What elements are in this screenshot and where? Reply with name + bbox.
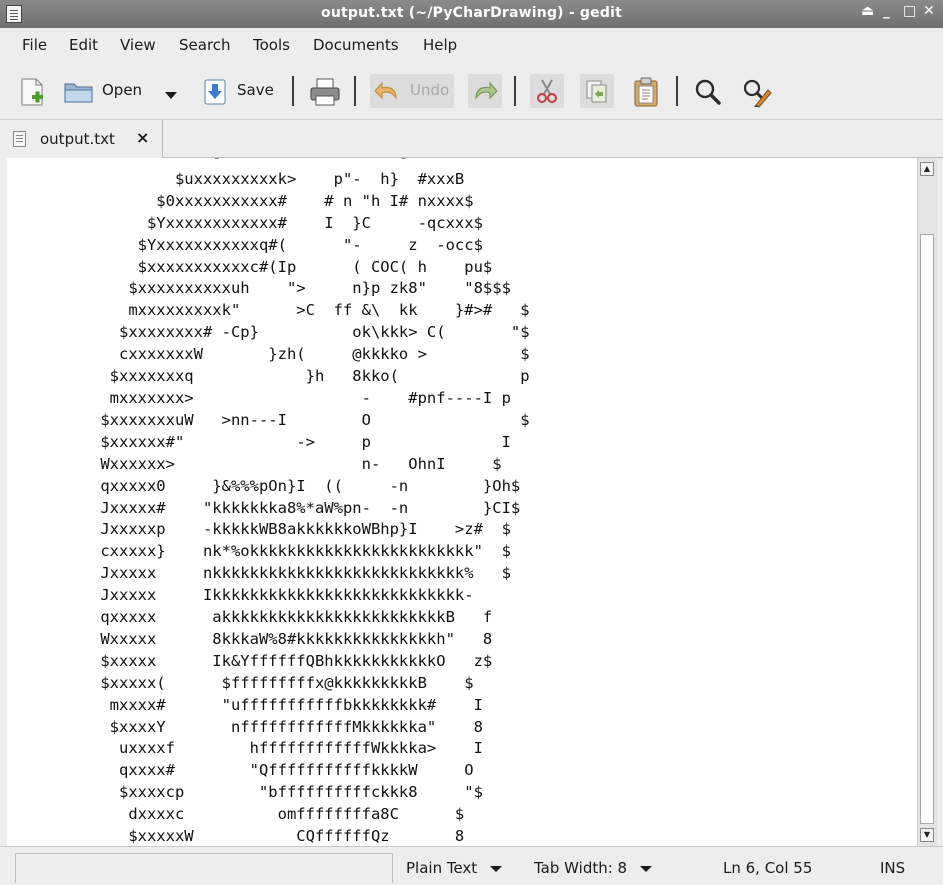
cut-button[interactable]	[530, 74, 564, 108]
menu-documents[interactable]: Documents	[313, 36, 399, 54]
maximize-button[interactable]: □	[903, 3, 916, 19]
redo-button[interactable]	[468, 74, 502, 108]
menu-edit[interactable]: Edit	[69, 36, 98, 54]
text-document-icon	[13, 131, 26, 147]
copy-icon	[586, 80, 607, 103]
window-title: output.txt (~/PyCharDrawing) - gedit	[321, 5, 622, 21]
close-window-button[interactable]: ✕	[923, 3, 935, 19]
printer-icon	[310, 78, 340, 106]
toolbar: Open Save Undo	[0, 62, 943, 120]
minimize-button[interactable]: _	[883, 3, 890, 19]
redo-arrow-icon	[475, 81, 498, 100]
menu-search[interactable]: Search	[179, 36, 231, 54]
find-button[interactable]	[694, 78, 722, 110]
menu-tools[interactable]: Tools	[253, 36, 290, 54]
save-button[interactable]	[204, 79, 226, 109]
menu-help[interactable]: Help	[423, 36, 457, 54]
document-tab-bar: output.txt ×	[0, 120, 943, 158]
status-message-area	[15, 853, 393, 883]
scroll-down-arrow-icon[interactable]: ▼	[920, 828, 934, 842]
status-bar: Plain Text Tab Width: 8 Ln 6, Col 55 INS	[0, 846, 943, 885]
clipboard-icon	[634, 77, 658, 107]
undo-arrow-icon	[374, 81, 397, 100]
open-button[interactable]	[64, 80, 94, 108]
editor-content[interactable]: - " - ` $uxxxxxxxxxk> p"- h} #xxxB $0xxx…	[7, 158, 529, 846]
scroll-up-arrow-icon[interactable]: ▲	[920, 162, 934, 176]
copy-button[interactable]	[580, 74, 614, 108]
toolbar-separator	[354, 76, 356, 106]
paste-button[interactable]	[633, 77, 659, 111]
new-document-button[interactable]	[20, 78, 46, 110]
vertical-scrollbar[interactable]: ▲ ▼	[917, 158, 937, 846]
title-bar: output.txt (~/PyCharDrawing) - gedit ⏏ _…	[0, 0, 943, 28]
tab-output-txt[interactable]: output.txt ×	[0, 120, 163, 158]
scrollbar-thumb[interactable]	[920, 234, 934, 824]
menu-view[interactable]: View	[120, 36, 156, 54]
chevron-down-icon	[165, 92, 177, 99]
toolbar-separator	[676, 76, 678, 106]
undo-button[interactable]: Undo	[370, 74, 454, 108]
find-replace-button[interactable]	[742, 78, 772, 112]
text-editor[interactable]: - " - ` $uxxxxxxxxxk> p"- h} #xxxB $0xxx…	[7, 158, 917, 846]
shade-button[interactable]: ⏏	[861, 3, 874, 19]
toolbar-separator	[292, 76, 294, 106]
language-label: Plain Text	[406, 859, 478, 877]
language-selector[interactable]: Plain Text	[406, 859, 502, 877]
chevron-down-icon	[639, 866, 652, 872]
close-tab-button[interactable]: ×	[136, 128, 149, 147]
new-document-icon	[21, 78, 43, 106]
folder-open-icon	[64, 83, 93, 103]
open-label: Open	[102, 81, 143, 99]
chevron-down-icon	[489, 866, 502, 872]
tab-width-selector[interactable]: Tab Width: 8	[534, 859, 652, 877]
open-recent-dropdown[interactable]	[164, 86, 178, 105]
find-replace-icon	[743, 79, 772, 108]
save-label: Save	[237, 81, 274, 99]
insert-mode: INS	[880, 859, 906, 877]
scissors-icon	[537, 79, 557, 103]
cursor-position: Ln 6, Col 55	[723, 859, 813, 877]
tab-label: output.txt	[40, 130, 115, 148]
save-arrow-icon	[204, 79, 226, 105]
print-button[interactable]	[310, 78, 340, 110]
menu-file[interactable]: File	[22, 36, 47, 54]
undo-label: Undo	[410, 81, 450, 99]
toolbar-separator	[514, 76, 516, 106]
magnifier-icon	[695, 79, 721, 105]
menu-bar: File Edit View Search Tools Documents He…	[0, 28, 943, 62]
tab-width-label: Tab Width: 8	[534, 859, 628, 877]
